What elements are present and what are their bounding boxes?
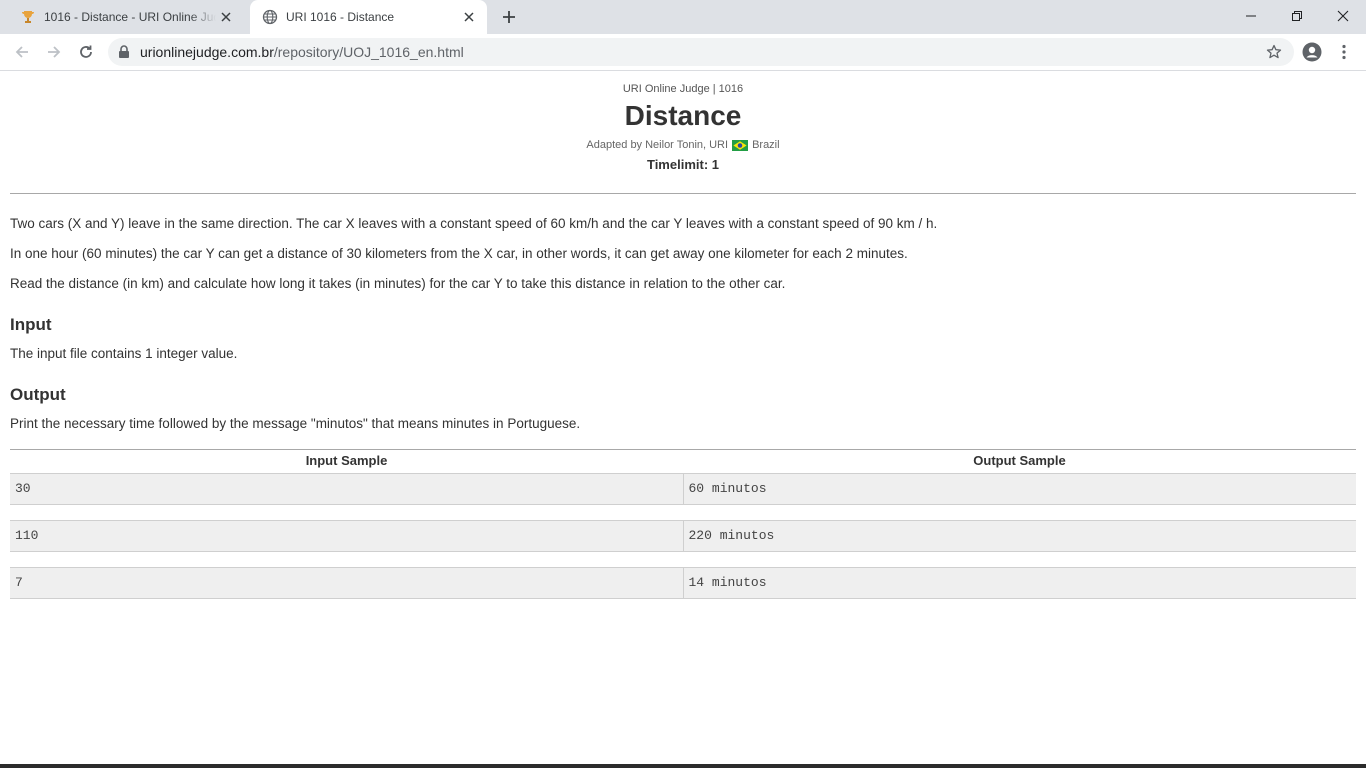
samples-table: Input Sample Output Sample 30 60 minutos… bbox=[10, 449, 1356, 614]
samples-header: Input Sample Output Sample bbox=[10, 449, 1356, 473]
menu-kebab-icon[interactable] bbox=[1330, 38, 1358, 66]
sample-output: 60 minutos bbox=[682, 474, 1357, 504]
output-heading: Output bbox=[10, 385, 66, 404]
page-content: URI Online Judge | 1016 Distance Adapted… bbox=[0, 72, 1366, 768]
sample-input: 30 bbox=[15, 481, 31, 496]
input-heading: Input bbox=[10, 315, 52, 334]
url-path: /repository/UOJ_1016_en.html bbox=[273, 44, 464, 60]
close-window-icon[interactable] bbox=[1320, 0, 1366, 32]
tab-inactive[interactable]: 1016 - Distance - URI Online Judge bbox=[8, 0, 244, 34]
url-host: urionlinejudge.com.br bbox=[140, 44, 274, 60]
globe-icon bbox=[262, 9, 278, 25]
input-description: The input file contains 1 integer value. bbox=[10, 346, 238, 361]
description-paragraph: Read the distance (in km) and calculate … bbox=[10, 276, 786, 291]
output-description: Print the necessary time followed by the… bbox=[10, 416, 581, 431]
back-icon[interactable] bbox=[8, 38, 36, 66]
author-country: Brazil bbox=[752, 139, 780, 151]
profile-avatar-icon[interactable] bbox=[1298, 38, 1326, 66]
description-paragraph: Two cars (X and Y) leave in the same dir… bbox=[10, 216, 938, 231]
restore-icon[interactable] bbox=[1274, 0, 1320, 32]
brazil-flag-icon bbox=[732, 139, 749, 151]
lock-icon[interactable] bbox=[118, 45, 130, 59]
bookmark-star-icon[interactable] bbox=[1266, 44, 1282, 60]
address-bar[interactable]: urionlinejudge.com.br/repository/UOJ_101… bbox=[108, 38, 1294, 66]
sample-input: 110 bbox=[15, 528, 39, 543]
author-text: Adapted by Neilor Tonin, URI bbox=[586, 139, 729, 151]
new-tab-icon[interactable] bbox=[498, 6, 520, 28]
description-paragraph: In one hour (60 minutes) the car Y can g… bbox=[10, 246, 908, 261]
forward-icon[interactable] bbox=[40, 38, 68, 66]
tab-active[interactable]: URI 1016 - Distance bbox=[250, 0, 487, 34]
sample-output: 220 minutos bbox=[682, 521, 1357, 551]
reload-icon[interactable] bbox=[72, 38, 100, 66]
output-sample-header: Output Sample bbox=[973, 453, 1066, 468]
tab-title: 1016 - Distance - URI Online Judge bbox=[44, 10, 216, 24]
divider bbox=[10, 193, 1356, 194]
close-tab-icon[interactable] bbox=[459, 7, 479, 27]
close-tab-icon[interactable] bbox=[216, 7, 236, 27]
author-line: Adapted by Neilor Tonin, URI Brazil bbox=[0, 139, 1366, 151]
browser-toolbar: urionlinejudge.com.br/repository/UOJ_101… bbox=[0, 34, 1366, 71]
sample-row: 7 14 minutos bbox=[10, 567, 1356, 599]
sample-input: 7 bbox=[15, 575, 23, 590]
sample-row: 30 60 minutos bbox=[10, 473, 1356, 505]
taskbar-edge bbox=[0, 764, 1366, 768]
tab-title: URI 1016 - Distance bbox=[286, 10, 395, 24]
breadcrumb: URI Online Judge | 1016 bbox=[622, 83, 744, 95]
page-title: Distance bbox=[624, 100, 742, 131]
sample-output: 14 minutos bbox=[682, 568, 1357, 598]
minimize-icon[interactable] bbox=[1228, 0, 1274, 32]
timelimit: Timelimit: 1 bbox=[646, 157, 719, 172]
trophy-icon bbox=[20, 9, 36, 25]
tab-strip: 1016 - Distance - URI Online Judge URI 1… bbox=[0, 0, 1366, 34]
input-sample-header: Input Sample bbox=[305, 453, 388, 468]
sample-row: 110 220 minutos bbox=[10, 520, 1356, 552]
